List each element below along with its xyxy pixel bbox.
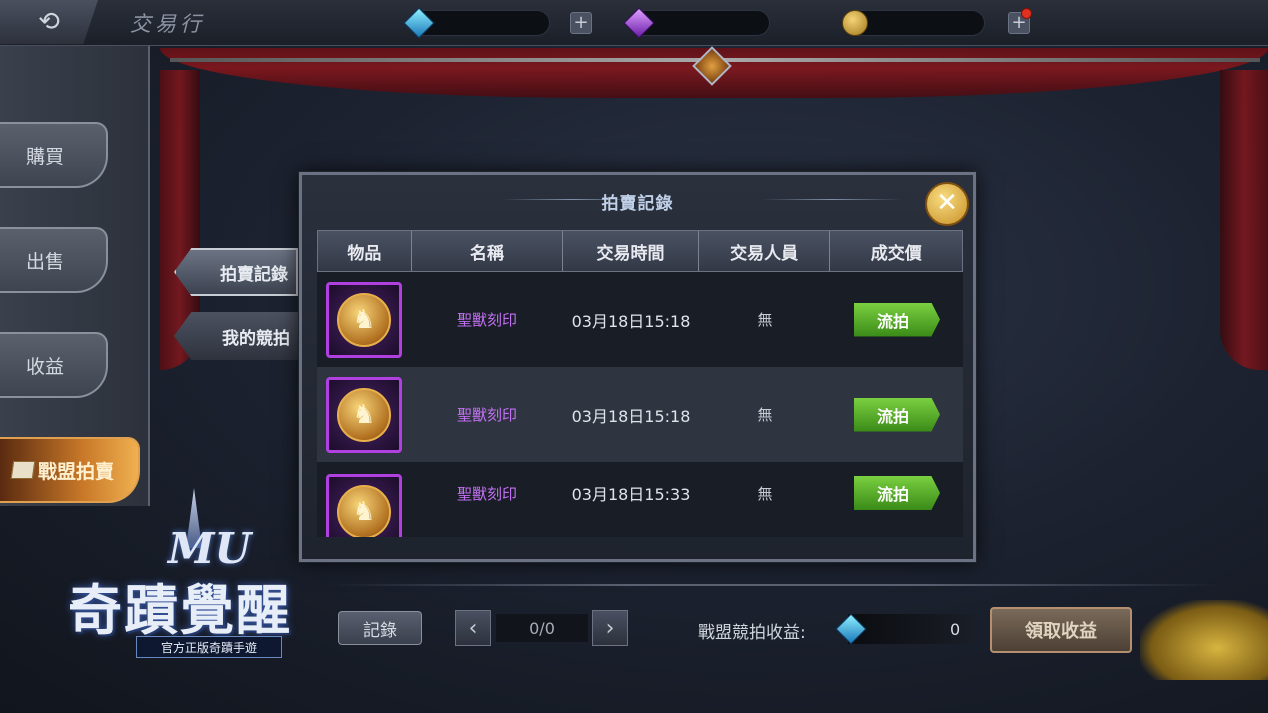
unsold-badge: 流拍 xyxy=(854,302,940,337)
back-arrow-icon: ⟲ xyxy=(38,7,60,37)
item-slot[interactable]: ♞ xyxy=(326,376,402,453)
price-cell: 流拍 xyxy=(831,474,963,512)
unsold-badge: 流拍 xyxy=(854,476,940,510)
nav-sell-label: 出售 xyxy=(26,250,65,273)
table-header: 物品 名稱 交易時間 交易人員 成交價 xyxy=(317,230,963,272)
claim-income-button[interactable]: 領取收益 xyxy=(990,607,1132,653)
auction-records-dialog: 拍賣記錄 物品 名稱 交易時間 交易人員 成交價 ♞ 聖獸刻印 03月18日15… xyxy=(299,172,976,562)
trader: 無 xyxy=(757,406,773,424)
trader: 無 xyxy=(757,311,773,329)
item-name: 聖獸刻印 xyxy=(456,484,517,503)
tab-my-bids[interactable]: 我的競拍 xyxy=(174,312,298,360)
back-button[interactable]: ⟲ xyxy=(0,0,98,44)
trade-time: 03月18日15:18 xyxy=(571,406,691,426)
column-header: 交易人員 xyxy=(699,231,831,271)
tab-auction-records-label: 拍賣記錄 xyxy=(220,264,288,285)
page-title: 交易行 xyxy=(130,12,205,36)
trader: 無 xyxy=(757,484,773,503)
divider xyxy=(330,584,1220,586)
add-diamond-button[interactable]: + xyxy=(570,12,592,34)
page-indicator: 0/0 xyxy=(496,614,588,642)
table-row[interactable]: ♞ 聖獸刻印 03月18日15:18 無 流拍 xyxy=(317,367,963,462)
price-cell: 流拍 xyxy=(831,302,963,337)
game-logo: MU 奇蹟覺醒 官方正版奇蹟手遊 xyxy=(40,488,350,688)
tab-auction-records[interactable]: 拍賣記錄 xyxy=(174,248,298,296)
nav-income[interactable]: 收益 xyxy=(0,332,108,398)
item-cell: ♞ xyxy=(317,376,411,453)
curtain-right xyxy=(1220,70,1268,370)
dialog-title: 拍賣記錄 xyxy=(601,194,674,214)
guild-income-label: 戰盟競拍收益: xyxy=(698,623,806,643)
notification-dot xyxy=(1021,8,1032,19)
column-header: 名稱 xyxy=(412,231,564,271)
logo-title: 奇蹟覺醒 xyxy=(68,579,292,642)
column-header: 交易時間 xyxy=(563,231,699,271)
treasure-pile-icon xyxy=(1140,600,1268,680)
item-cell: ♞ xyxy=(317,281,411,358)
nav-sell[interactable]: 出售 xyxy=(0,227,108,293)
prev-page-button[interactable]: ‹ xyxy=(455,610,491,646)
book-icon xyxy=(10,461,36,479)
close-button[interactable]: ✕ xyxy=(925,182,969,226)
item-slot[interactable]: ♞ xyxy=(326,281,402,358)
column-header: 物品 xyxy=(318,231,412,271)
item-name: 聖獸刻印 xyxy=(456,311,517,329)
trade-time: 03月18日15:18 xyxy=(571,311,691,331)
gold-coin-icon xyxy=(842,10,868,36)
table-row[interactable]: ♞ 聖獸刻印 03月18日15:33 無 流拍 xyxy=(317,462,963,537)
nav-income-label: 收益 xyxy=(26,355,65,378)
item-name: 聖獸刻印 xyxy=(456,406,517,424)
price-cell: 流拍 xyxy=(831,397,963,432)
nav-buy[interactable]: 購買 xyxy=(0,122,108,188)
unsold-badge: 流拍 xyxy=(854,397,940,432)
nav-guild-auction-label: 戰盟拍賣 xyxy=(38,460,115,483)
record-button[interactable]: 記錄 xyxy=(338,611,422,645)
horse-medal-icon: ♞ xyxy=(337,387,391,442)
guild-income-value: 0 xyxy=(950,620,961,639)
nav-buy-label: 購買 xyxy=(26,145,65,168)
logo-tagline: 官方正版奇蹟手遊 xyxy=(136,636,282,658)
top-bar: ⟲ 交易行 + + xyxy=(0,0,1268,46)
next-page-button[interactable]: › xyxy=(592,610,628,646)
tab-my-bids-label: 我的競拍 xyxy=(222,328,290,349)
column-header: 成交價 xyxy=(870,243,922,264)
horse-medal-icon: ♞ xyxy=(337,292,391,347)
trade-time: 03月18日15:33 xyxy=(571,485,691,504)
table-row[interactable]: ♞ 聖獸刻印 03月18日15:18 無 流拍 xyxy=(317,272,963,367)
